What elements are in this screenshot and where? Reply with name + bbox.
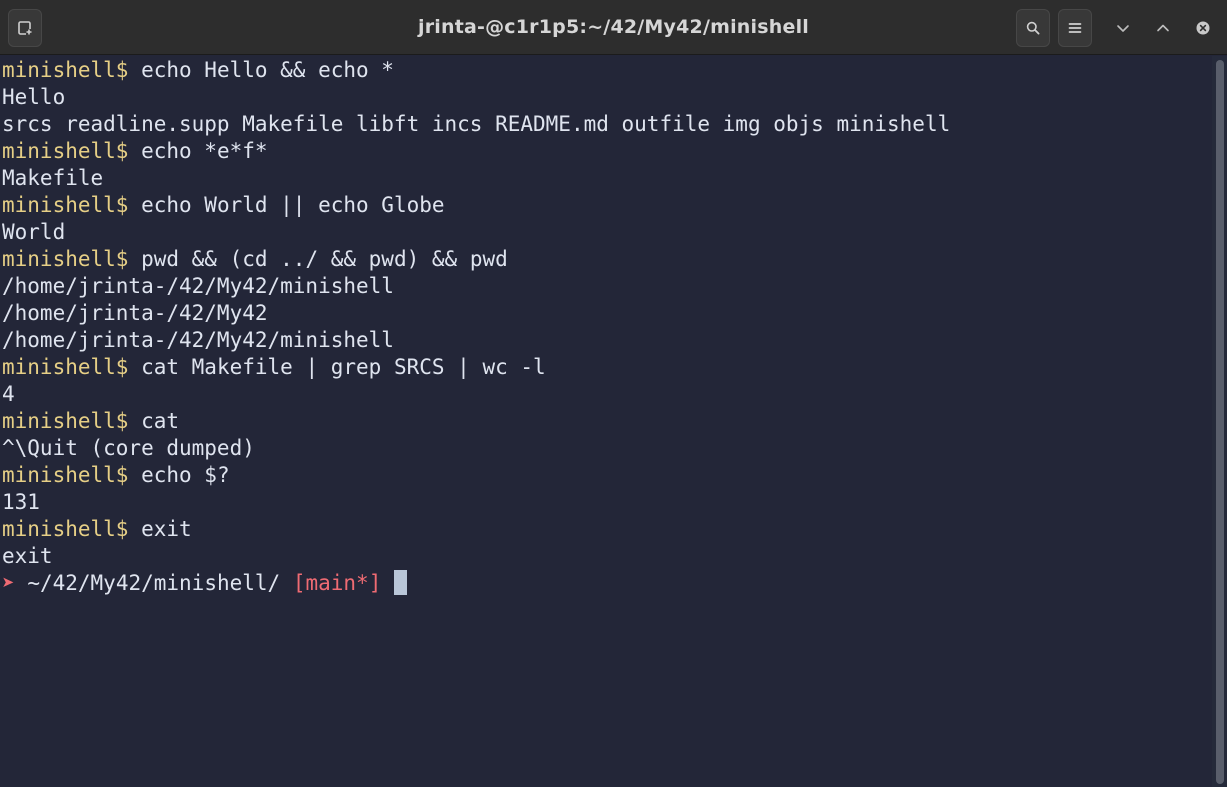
output-line: Hello	[2, 85, 66, 109]
chevron-up-icon	[1155, 20, 1171, 36]
command-text: exit	[141, 517, 192, 541]
close-icon	[1195, 20, 1211, 36]
output-line: /home/jrinta-/42/My42	[2, 301, 268, 325]
shell-prompt: minishell$	[2, 139, 129, 163]
shell-prompt: minishell$	[2, 517, 129, 541]
shell-prompt: minishell$	[2, 247, 129, 271]
minimize-button[interactable]	[1106, 9, 1140, 47]
output-line: ^\Quit (core dumped)	[2, 436, 255, 460]
command-line: minishell$ echo World || echo Globe	[0, 192, 1212, 219]
output-line: /home/jrinta-/42/My42/minishell	[2, 274, 394, 298]
shell-prompt: minishell$	[2, 58, 129, 82]
current-path: ~/42/My42/minishell/	[27, 571, 281, 595]
text-cursor	[394, 570, 408, 595]
output-line: 131	[2, 490, 40, 514]
command-line: minishell$ cat	[0, 408, 1212, 435]
command-line: minishell$ echo *e*f*	[0, 138, 1212, 165]
final-prompt-line[interactable]: ➤ ~/42/My42/minishell/ [main*]	[0, 570, 1212, 597]
chevron-down-icon	[1115, 20, 1131, 36]
output-line: World	[2, 220, 66, 244]
search-icon	[1025, 20, 1041, 36]
command-text: echo *e*f*	[141, 139, 268, 163]
command-line: minishell$ exit	[0, 516, 1212, 543]
shell-prompt: minishell$	[2, 409, 129, 433]
command-text: pwd && (cd ../ && pwd) && pwd	[141, 247, 508, 271]
command-text: echo World || echo Globe	[141, 193, 445, 217]
output-line: exit	[2, 544, 53, 568]
output-line: /home/jrinta-/42/My42/minishell	[2, 328, 394, 352]
git-branch: [main*]	[292, 571, 382, 595]
search-button[interactable]	[1016, 9, 1050, 47]
hamburger-menu-icon	[1067, 20, 1083, 36]
output-line: 4	[2, 382, 15, 406]
terminal-window: jrinta-@c1r1p5:~/42/My42/minishell minis…	[0, 0, 1227, 787]
output-line: Makefile	[2, 166, 104, 190]
command-text: echo $?	[141, 463, 230, 487]
shell-prompt: minishell$	[2, 463, 129, 487]
scrollbar-thumb[interactable]	[1216, 60, 1224, 784]
command-line: minishell$ echo Hello && echo *	[0, 57, 1212, 84]
close-button[interactable]	[1186, 9, 1220, 47]
menu-button[interactable]	[1058, 9, 1092, 47]
shell-prompt: minishell$	[2, 193, 129, 217]
command-text: cat Makefile | grep SRCS | wc -l	[141, 355, 546, 379]
maximize-button[interactable]	[1146, 9, 1180, 47]
command-text: echo Hello && echo *	[141, 58, 394, 82]
output-line: srcs readline.supp Makefile libft incs R…	[2, 112, 951, 136]
command-line: minishell$ pwd && (cd ../ && pwd) && pwd	[0, 246, 1212, 273]
command-line: minishell$ cat Makefile | grep SRCS | wc…	[0, 354, 1212, 381]
prompt-arrow-icon: ➤	[2, 571, 15, 595]
shell-prompt: minishell$	[2, 355, 129, 379]
terminal-output[interactable]: minishell$ echo Hello && echo * Hello sr…	[0, 56, 1212, 787]
command-text: cat	[141, 409, 180, 433]
titlebar: jrinta-@c1r1p5:~/42/My42/minishell	[0, 0, 1227, 55]
command-line: minishell$ echo $?	[0, 462, 1212, 489]
